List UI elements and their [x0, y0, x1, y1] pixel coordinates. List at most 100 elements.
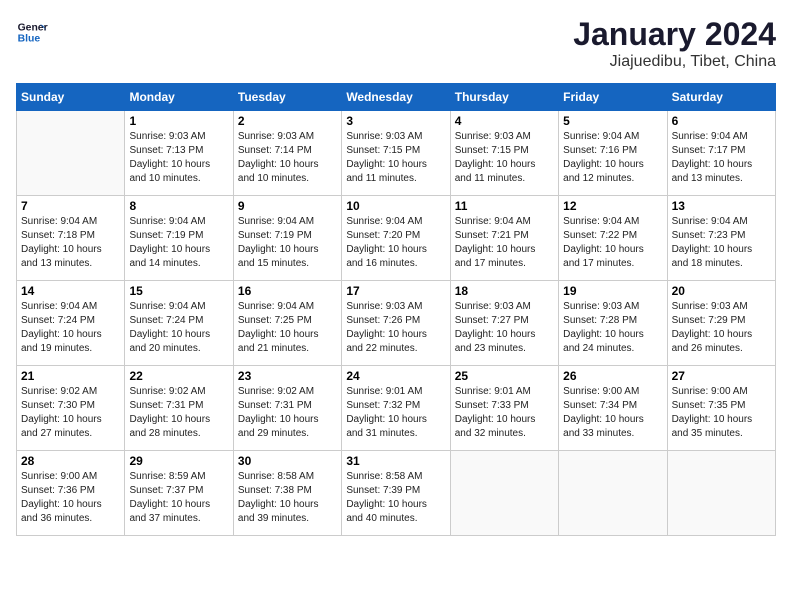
day-cell: 29Sunrise: 8:59 AMSunset: 7:37 PMDayligh…: [125, 451, 233, 536]
day-detail: Sunrise: 9:04 AMSunset: 7:19 PMDaylight:…: [129, 215, 228, 271]
day-cell: 9Sunrise: 9:04 AMSunset: 7:19 PMDaylight…: [233, 196, 341, 281]
day-cell: 8Sunrise: 9:04 AMSunset: 7:19 PMDaylight…: [125, 196, 233, 281]
day-number: 31: [346, 454, 445, 468]
day-number: 11: [455, 199, 554, 213]
calendar-table: SundayMondayTuesdayWednesdayThursdayFrid…: [16, 83, 776, 536]
day-detail: Sunrise: 9:03 AMSunset: 7:15 PMDaylight:…: [346, 130, 445, 186]
day-number: 15: [129, 284, 228, 298]
day-detail: Sunrise: 9:03 AMSunset: 7:15 PMDaylight:…: [455, 130, 554, 186]
day-cell: 20 Sunrise: 9:03 AMSunset: 7:29 PMDayligh…: [667, 281, 775, 366]
day-detail: Sunrise: 9:04 AMSunset: 7:21 PMDaylight:…: [455, 215, 554, 271]
day-cell: 24 Sunrise: 9:01 AMSunset: 7:32 PMDayligh…: [342, 366, 450, 451]
day-detail: Sunrise: 9:01 AMSunset: 7:32 PMDaylight:…: [346, 385, 445, 441]
day-cell: 1 Sunrise: 9:03 AMSunset: 7:13 PMDaylight…: [125, 111, 233, 196]
svg-text:General: General: [18, 22, 48, 33]
day-cell: 11 Sunrise: 9:04 AMSunset: 7:21 PMDayligh…: [450, 196, 558, 281]
day-cell: 16 Sunrise: 9:04 AMSunset: 7:25 PMDayligh…: [233, 281, 341, 366]
day-detail: Sunrise: 9:00 AMSunset: 7:36 PMDaylight:…: [21, 470, 120, 526]
day-detail: Sunrise: 9:04 AMSunset: 7:18 PMDaylight:…: [21, 215, 120, 271]
week-row-4: 21 Sunrise: 9:02 AMSunset: 7:30 PMDayligh…: [17, 366, 776, 451]
day-cell: [450, 451, 558, 536]
day-number: 30: [238, 454, 337, 468]
day-number: 29: [129, 454, 228, 468]
header-friday: Friday: [559, 84, 667, 111]
day-cell: 5 Sunrise: 9:04 AMSunset: 7:16 PMDaylight…: [559, 111, 667, 196]
week-row-5: 28 Sunrise: 9:00 AMSunset: 7:36 PMDayligh…: [17, 451, 776, 536]
day-number: 17: [346, 284, 445, 298]
day-cell: 3 Sunrise: 9:03 AMSunset: 7:15 PMDaylight…: [342, 111, 450, 196]
day-detail: Sunrise: 9:04 AMSunset: 7:19 PMDaylight:…: [238, 215, 337, 271]
day-cell: 15 Sunrise: 9:04 AMSunset: 7:24 PMDayligh…: [125, 281, 233, 366]
day-cell: [559, 451, 667, 536]
day-detail: Sunrise: 9:04 AMSunset: 7:25 PMDaylight:…: [238, 300, 337, 356]
day-detail: Sunrise: 9:03 AMSunset: 7:14 PMDaylight:…: [238, 130, 337, 186]
day-detail: Sunrise: 9:02 AMSunset: 7:30 PMDaylight:…: [21, 385, 120, 441]
calendar-subtitle: Jiajuedibu, Tibet, China: [573, 53, 776, 71]
day-number: 1: [129, 114, 228, 128]
day-cell: 23 Sunrise: 9:02 AMSunset: 7:31 PMDayligh…: [233, 366, 341, 451]
day-number: 4: [455, 114, 554, 128]
day-number: 14: [21, 284, 120, 298]
day-cell: 12 Sunrise: 9:04 AMSunset: 7:22 PMDayligh…: [559, 196, 667, 281]
title-block: January 2024 Jiajuedibu, Tibet, China: [573, 16, 776, 71]
header-thursday: Thursday: [450, 84, 558, 111]
day-detail: Sunrise: 9:04 AMSunset: 7:22 PMDaylight:…: [563, 215, 662, 271]
day-number: 23: [238, 369, 337, 383]
day-number: 25: [455, 369, 554, 383]
day-detail: Sunrise: 9:03 AMSunset: 7:28 PMDaylight:…: [563, 300, 662, 356]
day-cell: 22 Sunrise: 9:02 AMSunset: 7:31 PMDayligh…: [125, 366, 233, 451]
day-cell: 4 Sunrise: 9:03 AMSunset: 7:15 PMDaylight…: [450, 111, 558, 196]
page-header: General Blue January 2024 Jiajuedibu, Ti…: [16, 16, 776, 71]
day-number: 18: [455, 284, 554, 298]
header-sunday: Sunday: [17, 84, 125, 111]
day-cell: 31Sunrise: 8:58 AMSunset: 7:39 PMDayligh…: [342, 451, 450, 536]
day-number: 20: [672, 284, 771, 298]
day-number: 13: [672, 199, 771, 213]
day-cell: [667, 451, 775, 536]
week-row-2: 7 Sunrise: 9:04 AMSunset: 7:18 PMDaylight…: [17, 196, 776, 281]
day-number: 3: [346, 114, 445, 128]
day-cell: 26 Sunrise: 9:00 AMSunset: 7:34 PMDayligh…: [559, 366, 667, 451]
day-cell: 21 Sunrise: 9:02 AMSunset: 7:30 PMDayligh…: [17, 366, 125, 451]
day-number: 7: [21, 199, 120, 213]
header-saturday: Saturday: [667, 84, 775, 111]
day-number: 19: [563, 284, 662, 298]
day-detail: Sunrise: 9:02 AMSunset: 7:31 PMDaylight:…: [129, 385, 228, 441]
day-detail: Sunrise: 9:00 AMSunset: 7:34 PMDaylight:…: [563, 385, 662, 441]
day-detail: Sunrise: 9:04 AMSunset: 7:23 PMDaylight:…: [672, 215, 771, 271]
calendar-header-row: SundayMondayTuesdayWednesdayThursdayFrid…: [17, 84, 776, 111]
day-number: 27: [672, 369, 771, 383]
day-detail: Sunrise: 9:03 AMSunset: 7:29 PMDaylight:…: [672, 300, 771, 356]
svg-text:Blue: Blue: [18, 34, 41, 45]
day-cell: 10Sunrise: 9:04 AMSunset: 7:20 PMDayligh…: [342, 196, 450, 281]
day-detail: Sunrise: 9:04 AMSunset: 7:24 PMDaylight:…: [129, 300, 228, 356]
day-detail: Sunrise: 9:03 AMSunset: 7:13 PMDaylight:…: [129, 130, 228, 186]
day-detail: Sunrise: 9:04 AMSunset: 7:17 PMDaylight:…: [672, 130, 771, 186]
day-number: 5: [563, 114, 662, 128]
day-number: 10: [346, 199, 445, 213]
day-number: 2: [238, 114, 337, 128]
day-cell: 27Sunrise: 9:00 AMSunset: 7:35 PMDayligh…: [667, 366, 775, 451]
day-detail: Sunrise: 9:03 AMSunset: 7:27 PMDaylight:…: [455, 300, 554, 356]
week-row-3: 14 Sunrise: 9:04 AMSunset: 7:24 PMDayligh…: [17, 281, 776, 366]
day-number: 24: [346, 369, 445, 383]
day-detail: Sunrise: 9:01 AMSunset: 7:33 PMDaylight:…: [455, 385, 554, 441]
day-cell: 17 Sunrise: 9:03 AMSunset: 7:26 PMDayligh…: [342, 281, 450, 366]
day-number: 6: [672, 114, 771, 128]
day-number: 28: [21, 454, 120, 468]
day-detail: Sunrise: 9:02 AMSunset: 7:31 PMDaylight:…: [238, 385, 337, 441]
day-cell: 2 Sunrise: 9:03 AMSunset: 7:14 PMDaylight…: [233, 111, 341, 196]
day-detail: Sunrise: 8:58 AMSunset: 7:38 PMDaylight:…: [238, 470, 337, 526]
day-cell: 19 Sunrise: 9:03 AMSunset: 7:28 PMDayligh…: [559, 281, 667, 366]
day-number: 21: [21, 369, 120, 383]
week-row-1: 1 Sunrise: 9:03 AMSunset: 7:13 PMDaylight…: [17, 111, 776, 196]
day-cell: 14Sunrise: 9:04 AMSunset: 7:24 PMDayligh…: [17, 281, 125, 366]
day-detail: Sunrise: 9:03 AMSunset: 7:26 PMDaylight:…: [346, 300, 445, 356]
day-cell: 7 Sunrise: 9:04 AMSunset: 7:18 PMDaylight…: [17, 196, 125, 281]
day-number: 12: [563, 199, 662, 213]
logo-icon: General Blue: [16, 16, 48, 48]
day-number: 22: [129, 369, 228, 383]
day-detail: Sunrise: 9:04 AMSunset: 7:16 PMDaylight:…: [563, 130, 662, 186]
day-number: 16: [238, 284, 337, 298]
day-number: 26: [563, 369, 662, 383]
